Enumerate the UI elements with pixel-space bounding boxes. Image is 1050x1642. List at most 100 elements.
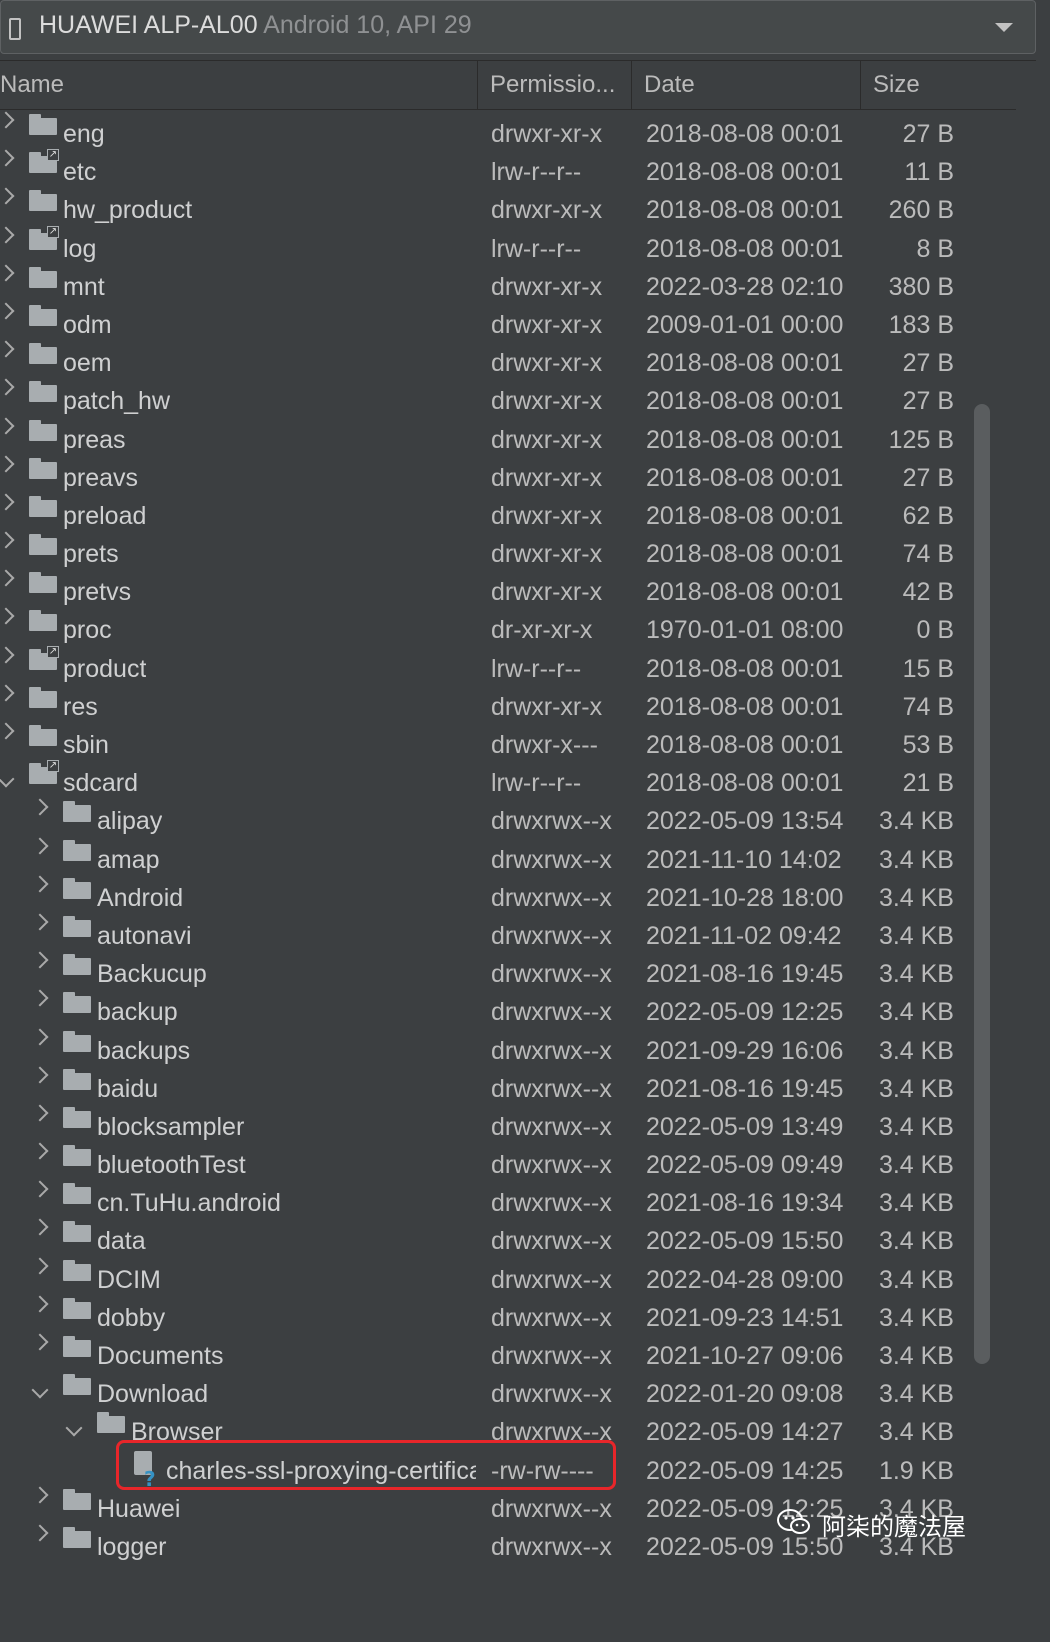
chevron-right-icon[interactable]	[31, 1333, 49, 1351]
table-row[interactable]: backup drwxrwx--x 2022-05-09 12:25 3.4 KB	[0, 989, 1016, 1030]
table-row[interactable]: ↗ sdcard lrw-r--r-- 2018-08-08 00:01 21 B	[0, 760, 1016, 801]
chevron-right-icon[interactable]	[0, 264, 15, 282]
chevron-right-icon[interactable]	[0, 378, 15, 396]
table-row[interactable]: ↗ log lrw-r--r-- 2018-08-08 00:01 8 B	[0, 225, 1016, 267]
chevron-right-icon[interactable]	[31, 989, 49, 1007]
file-name: bluetoothTest	[97, 1151, 246, 1180]
table-row[interactable]: DCIM drwxrwx--x 2022-04-28 09:00 3.4 KB	[0, 1257, 1016, 1298]
chevron-right-icon[interactable]	[31, 1028, 49, 1045]
table-row[interactable]: oem drwxr-xr-x 2018-08-08 00:01 27 B	[0, 340, 1016, 381]
chevron-right-icon[interactable]	[31, 1104, 49, 1122]
chevron-right-icon[interactable]	[0, 340, 15, 358]
chevron-right-icon[interactable]	[31, 1218, 49, 1236]
column-header-date[interactable]: Date	[632, 61, 861, 109]
file-size: 3.4 KB	[878, 1189, 954, 1218]
scrollbar-thumb[interactable]	[974, 404, 990, 1364]
table-row[interactable]: sbin drwxr-x--- 2018-08-08 00:01 53 B	[0, 722, 1016, 763]
chevron-right-icon[interactable]	[0, 455, 15, 473]
chevron-right-icon[interactable]	[31, 913, 49, 931]
table-row[interactable]: eng drwxr-xr-x 2018-08-08 00:01 27 B	[0, 111, 1016, 152]
table-row[interactable]: Documents drwxrwx--x 2021-10-27 09:06 3.4 K…	[0, 1333, 1016, 1374]
column-header-name[interactable]: Name	[0, 61, 478, 109]
table-row[interactable]: ↗ product lrw-r--r-- 2018-08-08 00:01 15 B	[0, 645, 1016, 687]
table-row[interactable]: Download drwxrwx--x 2022-01-20 09:08 3.4 KB	[0, 1374, 1016, 1412]
file-size: 42 B	[902, 578, 954, 607]
chevron-right-icon[interactable]	[31, 1180, 49, 1198]
chevron-right-icon[interactable]	[0, 302, 15, 320]
file-permissions: drwxrwx--x	[491, 807, 612, 836]
table-row[interactable]: blocksampler drwxrwx--x 2022-05-09 13:49 3.…	[0, 1104, 1016, 1145]
file-permissions: drwxr-xr-x	[491, 310, 603, 339]
table-row[interactable]: bluetoothTest drwxrwx--x 2022-05-09 09:49 3…	[0, 1142, 1016, 1183]
folder-link-icon: ↗	[29, 645, 59, 670]
table-row[interactable]: Android drwxrwx--x 2021-10-28 18:00 3.4 KB	[0, 875, 1016, 916]
file-date: 1970-01-01 08:00	[646, 616, 844, 645]
table-row[interactable]: mnt drwxr-xr-x 2022-03-28 02:10 380 B	[0, 264, 1016, 305]
column-header-permissions[interactable]: Permissio...	[478, 61, 632, 109]
chevron-down-icon[interactable]	[995, 23, 1013, 32]
chevron-right-icon[interactable]	[31, 1524, 49, 1542]
chevron-right-icon[interactable]	[0, 684, 15, 702]
folder-link-icon: ↗	[29, 760, 59, 785]
chevron-right-icon[interactable]	[0, 187, 15, 205]
table-row[interactable]: preavs drwxr-xr-x 2018-08-08 00:01 27 B	[0, 455, 1016, 496]
highlight-annotation	[116, 1440, 616, 1490]
chevron-right-icon[interactable]	[31, 837, 49, 855]
chevron-down-icon[interactable]	[0, 770, 15, 788]
table-row[interactable]: alipay drwxrwx--x 2022-05-09 13:54 3.4 KB	[0, 798, 1016, 839]
chevron-right-icon[interactable]	[0, 722, 15, 740]
table-row[interactable]: patch_hw drwxr-xr-x 2018-08-08 00:01 27 B	[0, 378, 1016, 419]
table-row[interactable]: dobby drwxrwx--x 2021-09-23 14:51 3.4 KB	[0, 1295, 1016, 1336]
device-dropdown[interactable]: HUAWEI ALP-AL00 Android 10, API 29	[0, 0, 1036, 54]
table-row[interactable]: Backucup drwxrwx--x 2021-08-16 19:45 3.4 KB	[0, 951, 1016, 992]
table-row[interactable]: proc dr-xr-xr-x 1970-01-01 08:00 0 B	[0, 607, 1016, 648]
column-header-size[interactable]: Size	[861, 61, 971, 109]
chevron-right-icon[interactable]	[0, 646, 15, 664]
table-row[interactable]: cn.TuHu.android drwxrwx--x 2021-08-16 19:3…	[0, 1180, 1016, 1221]
chevron-right-icon[interactable]	[31, 875, 49, 893]
file-name: backups	[97, 1036, 191, 1065]
chevron-right-icon[interactable]	[31, 798, 49, 816]
table-row[interactable]: autonavi drwxrwx--x 2021-11-02 09:42 3.4 KB	[0, 913, 1016, 954]
table-row[interactable]: ↗ etc lrw-r--r-- 2018-08-08 00:01 11 B	[0, 149, 1016, 190]
device-selector[interactable]: HUAWEI ALP-AL00 Android 10, API 29	[0, 0, 1036, 61]
chevron-right-icon[interactable]	[0, 111, 15, 129]
file-permissions: lrw-r--r--	[491, 158, 582, 187]
file-name: logger	[97, 1532, 167, 1561]
file-name: Huawei	[97, 1494, 181, 1523]
chevron-right-icon[interactable]	[0, 607, 15, 625]
chevron-right-icon[interactable]	[0, 531, 15, 549]
table-row[interactable]: amap drwxrwx--x 2021-11-10 14:02 3.4 KB	[0, 837, 1016, 878]
chevron-right-icon[interactable]	[31, 951, 49, 969]
chevron-right-icon[interactable]	[0, 417, 15, 434]
chevron-right-icon[interactable]	[31, 1257, 49, 1275]
file-size: 3.4 KB	[878, 807, 954, 836]
table-row[interactable]: data drwxrwx--x 2022-05-09 15:50 3.4 KB	[0, 1218, 1016, 1259]
file-size: 8 B	[916, 234, 954, 263]
folder-icon	[63, 1145, 91, 1167]
table-row[interactable]: pretvs drwxr-xr-x 2018-08-08 00:01 42 B	[0, 569, 1016, 610]
file-date: 2021-08-16 19:34	[646, 1189, 844, 1218]
table-row[interactable]: prets drwxr-xr-x 2018-08-08 00:01 74 B	[0, 531, 1016, 572]
chevron-right-icon[interactable]	[0, 569, 15, 587]
chevron-down-icon[interactable]	[31, 1381, 49, 1399]
file-size: 3.4 KB	[878, 1418, 954, 1447]
file-date: 2022-03-28 02:10	[646, 272, 844, 301]
chevron-right-icon[interactable]	[31, 1295, 49, 1313]
chevron-right-icon[interactable]	[0, 149, 15, 167]
table-row[interactable]: preload drwxr-xr-x 2018-08-08 00:01 62 B	[0, 493, 1016, 534]
table-row[interactable]: odm drwxr-xr-x 2009-01-01 00:00 183 B	[0, 302, 1016, 343]
table-row[interactable]: hw_product drwxr-xr-x 2018-08-08 00:01 260 …	[0, 187, 1016, 228]
table-row[interactable]: preas drwxr-xr-x 2018-08-08 00:01 125 B	[0, 417, 1016, 458]
file-size: 3.4 KB	[878, 921, 954, 950]
chevron-right-icon[interactable]	[0, 493, 15, 511]
chevron-down-icon[interactable]	[65, 1419, 83, 1437]
chevron-right-icon[interactable]	[31, 1066, 49, 1084]
chevron-right-icon[interactable]	[31, 1142, 49, 1160]
table-row[interactable]: res drwxr-xr-x 2018-08-08 00:01 74 B	[0, 684, 1016, 725]
table-row[interactable]: backups drwxrwx--x 2021-09-29 16:06 3.4 KB	[0, 1028, 1016, 1069]
chevron-right-icon[interactable]	[0, 226, 15, 244]
table-row[interactable]: baidu drwxrwx--x 2021-08-16 19:45 3.4 KB	[0, 1066, 1016, 1107]
file-size: 3.4 KB	[878, 1112, 954, 1141]
chevron-right-icon[interactable]	[31, 1486, 49, 1504]
